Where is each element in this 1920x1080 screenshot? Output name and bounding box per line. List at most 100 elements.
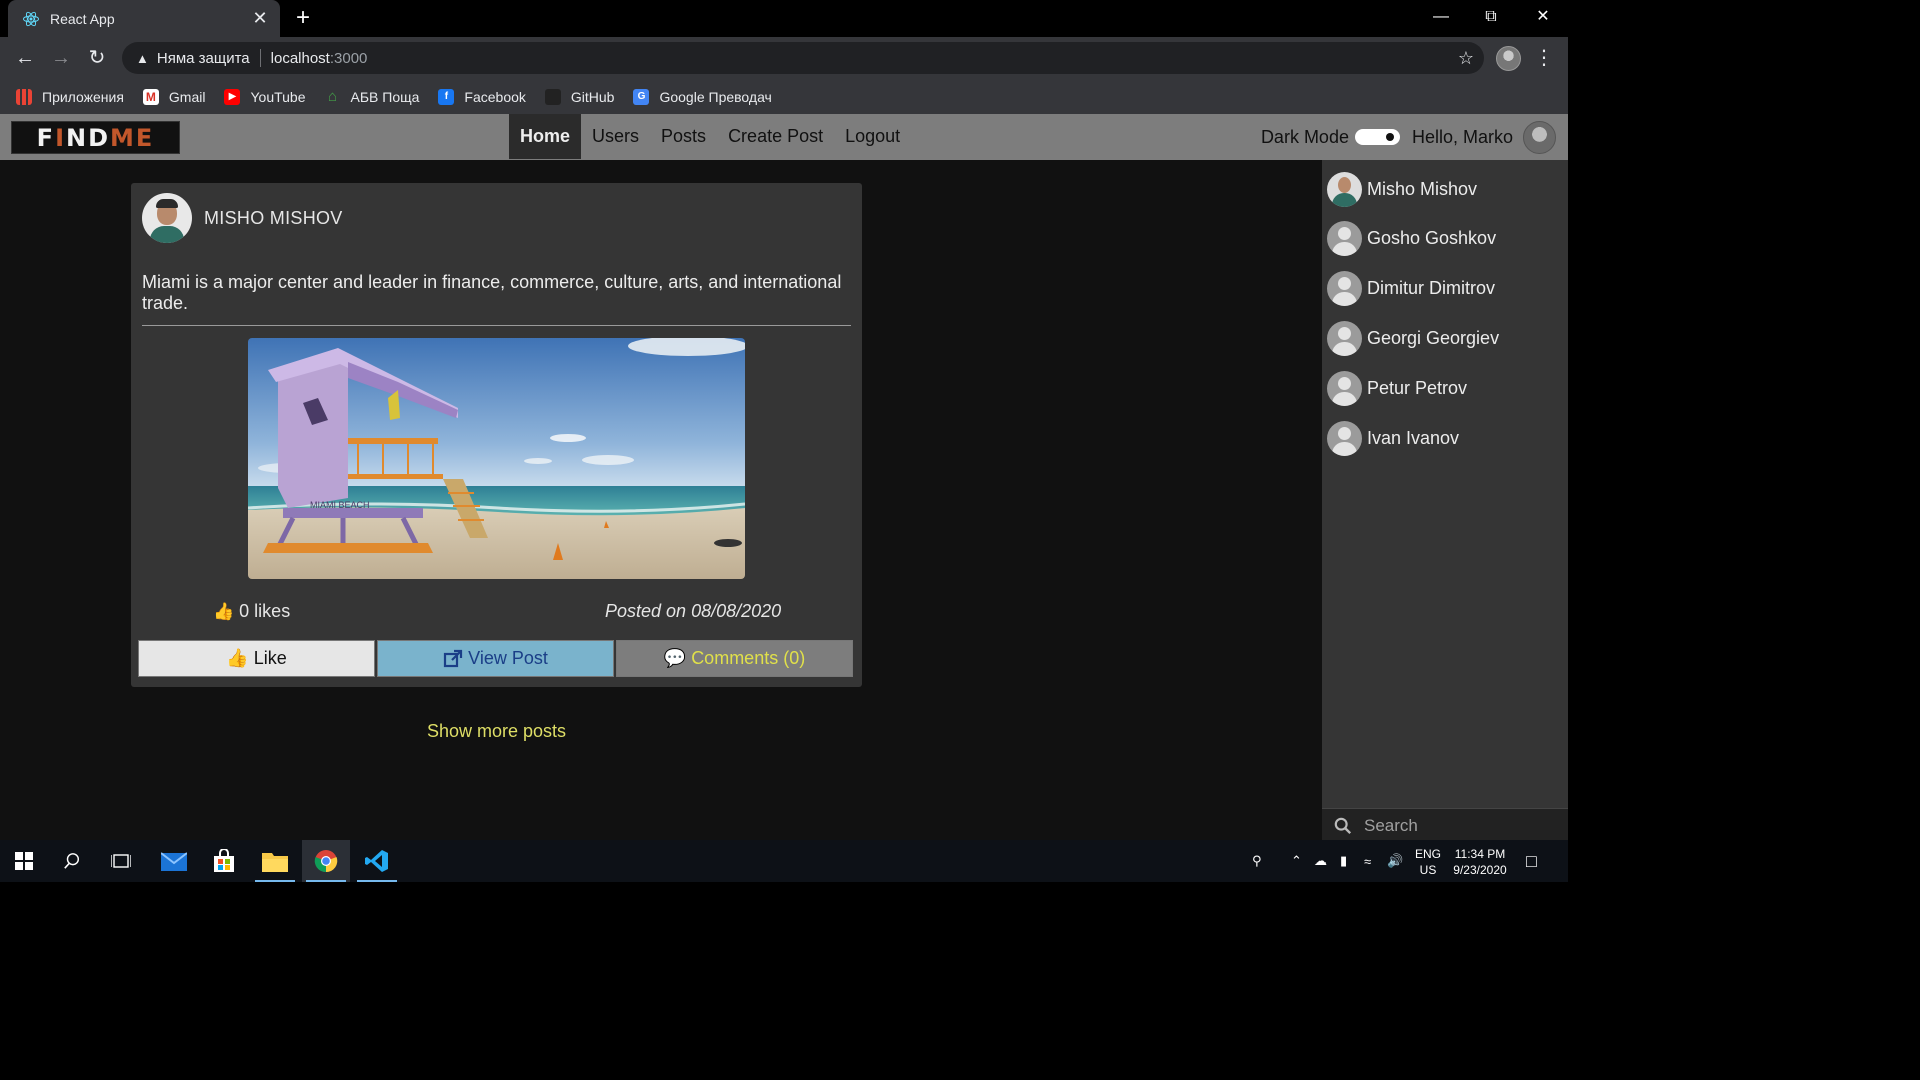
search-input[interactable] <box>1364 815 1554 836</box>
dark-mode-toggle[interactable] <box>1354 129 1400 145</box>
vscode-app-icon[interactable] <box>353 840 401 882</box>
thumbs-up-icon: 👍 <box>226 648 249 668</box>
sidebar-user-gosho[interactable]: Gosho Goshkov <box>1327 221 1496 256</box>
wifi-icon[interactable]: ≈ <box>1364 840 1371 882</box>
findme-logo[interactable]: FINDME <box>11 121 180 154</box>
url-host: localhost <box>270 49 330 67</box>
bookmark-star-icon[interactable]: ☆ <box>1458 48 1474 69</box>
vscode-glyph <box>365 850 388 872</box>
windows-logo <box>15 852 33 870</box>
sidebar-user-misho[interactable]: Misho Mishov <box>1327 172 1477 207</box>
bookmark-label: Gmail <box>168 88 206 105</box>
post-image: MIAMI BEACH <box>248 338 745 579</box>
mail-app-icon[interactable] <box>150 840 198 882</box>
store-glyph <box>214 849 234 872</box>
onedrive-cloud-icon[interactable]: ☁ <box>1314 840 1327 882</box>
likes-text: 0 likes <box>239 601 291 621</box>
windows-start-icon[interactable] <box>0 840 48 882</box>
image-sign-text: MIAMI BEACH <box>310 500 370 510</box>
chrome-app-icon[interactable] <box>302 840 350 882</box>
users-sidebar: Misho Mishov Gosho Goshkov Dimitur Dimit… <box>1322 160 1568 840</box>
sidebar-user-petur[interactable]: Petur Petrov <box>1327 371 1467 406</box>
like-button-label: Like <box>253 648 287 668</box>
close-window-icon[interactable]: ✕ <box>1520 4 1566 30</box>
show-more-posts-link[interactable]: Show more posts <box>427 721 566 742</box>
author-name[interactable]: MISHO MISHOV <box>204 208 343 229</box>
nav-link-logout[interactable]: Logout <box>834 114 911 159</box>
action-center-notifications-icon[interactable]: □ <box>1526 840 1537 882</box>
sidebar-user-ivan[interactable]: Ivan Ivanov <box>1327 421 1459 456</box>
volume-icon[interactable]: 🔊 <box>1387 840 1403 882</box>
navbar-user-area: Dark Mode Hello, Marko <box>1261 114 1556 160</box>
kebab-menu-icon[interactable]: ⋮ <box>1534 45 1554 70</box>
bookmark-label: Facebook <box>464 88 526 105</box>
nav-link-home[interactable]: Home <box>509 114 582 159</box>
security-status-text[interactable]: Няма защита <box>157 50 250 67</box>
task-view-glyph <box>111 854 131 868</box>
new-tab-icon[interactable]: + <box>291 6 315 30</box>
bookmark-label: Google Преводач <box>659 88 772 105</box>
nav-link-posts[interactable]: Posts <box>650 114 717 159</box>
author-avatar[interactable] <box>142 193 192 243</box>
browser-tab-strip: React App ✕ + — ⧉ ✕ <box>0 0 1568 37</box>
close-tab-icon[interactable]: ✕ <box>250 8 270 29</box>
warning-triangle-icon: ▲ <box>136 50 149 66</box>
like-button[interactable]: 👍 Like <box>138 640 375 677</box>
comments-button[interactable]: 💬 Comments (0) <box>616 640 853 677</box>
beach-lifeguard-tower-image: MIAMI BEACH <box>248 338 745 579</box>
post-author[interactable]: MISHO MISHOV <box>142 193 343 243</box>
current-user-avatar[interactable] <box>1523 120 1556 154</box>
url-port: :3000 <box>329 49 368 67</box>
taskbar-clock[interactable]: 11:34 PM 9/23/2020 <box>1446 846 1514 878</box>
bookmark-abv[interactable]: ⌂ АБВ Поща <box>325 88 419 105</box>
restore-window-icon[interactable]: ⧉ <box>1468 4 1514 30</box>
user-search-box <box>1322 808 1568 842</box>
bookmark-apps[interactable]: Приложения <box>16 88 124 105</box>
browser-tab-react-app[interactable]: React App ✕ <box>8 0 280 37</box>
browser-toolbar: ← → ↻ ▲ Няма защита localhost :3000 ☆ ⋮ <box>0 37 1568 79</box>
avatar-head <box>1338 327 1351 340</box>
reload-icon[interactable]: ↻ <box>84 45 110 71</box>
address-bar[interactable]: ▲ Няма защита localhost :3000 ☆ <box>122 42 1484 74</box>
store-app-icon[interactable] <box>200 840 248 882</box>
user-name: Petur Petrov <box>1367 378 1468 398</box>
nav-link-users[interactable]: Users <box>581 114 650 159</box>
google-translate-icon: G <box>633 88 650 105</box>
sidebar-user-georgi[interactable]: Georgi Georgiev <box>1327 321 1499 356</box>
avatar-body <box>150 226 184 243</box>
avatar-body <box>1332 442 1357 456</box>
avatar-head <box>1338 177 1351 193</box>
task-view-icon[interactable] <box>97 840 145 882</box>
logo-suffix: ME <box>110 123 155 152</box>
back-arrow-icon[interactable]: ← <box>12 45 38 71</box>
forward-arrow-icon[interactable]: → <box>48 45 74 71</box>
taskbar-search-icon[interactable] <box>48 840 96 882</box>
file-explorer-icon[interactable] <box>251 840 299 882</box>
bookmark-facebook[interactable]: f Facebook <box>438 88 526 105</box>
bookmark-label: GitHub <box>570 88 615 105</box>
battery-icon[interactable]: ▮ <box>1340 840 1347 882</box>
view-post-button[interactable]: View Post <box>377 640 614 677</box>
sidebar-user-dimitur[interactable]: Dimitur Dimitrov <box>1327 271 1495 306</box>
browser-profile-avatar[interactable] <box>1496 46 1521 71</box>
bookmark-github[interactable]: GitHub <box>544 88 615 105</box>
chrome-glyph <box>314 850 338 873</box>
avatar-body <box>1332 292 1357 306</box>
avatar-body <box>1332 342 1357 356</box>
user-name: Ivan Ivanov <box>1367 428 1460 448</box>
minimize-window-icon[interactable]: — <box>1418 4 1464 30</box>
posted-date: Posted on 08/08/2020 <box>605 601 782 621</box>
bookmark-google-translate[interactable]: G Google Преводач <box>633 88 772 105</box>
bookmark-gmail[interactable]: M Gmail <box>142 88 206 105</box>
nav-link-create-post[interactable]: Create Post <box>717 114 834 159</box>
likes-count: 👍 0 likes <box>213 601 290 622</box>
bookmark-youtube[interactable]: ▶ YouTube <box>224 88 306 105</box>
people-icon[interactable]: ⚲ <box>1252 840 1262 882</box>
map-pin-icon: I <box>55 123 67 152</box>
user-avatar <box>1327 172 1362 207</box>
default-avatar-icon <box>1327 371 1362 406</box>
show-hidden-icons-chevron-icon[interactable]: ⌃ <box>1291 840 1302 882</box>
avatar-head <box>1338 277 1351 290</box>
input-language-indicator[interactable]: ENG US <box>1414 846 1442 878</box>
avatar-body <box>1332 392 1357 406</box>
